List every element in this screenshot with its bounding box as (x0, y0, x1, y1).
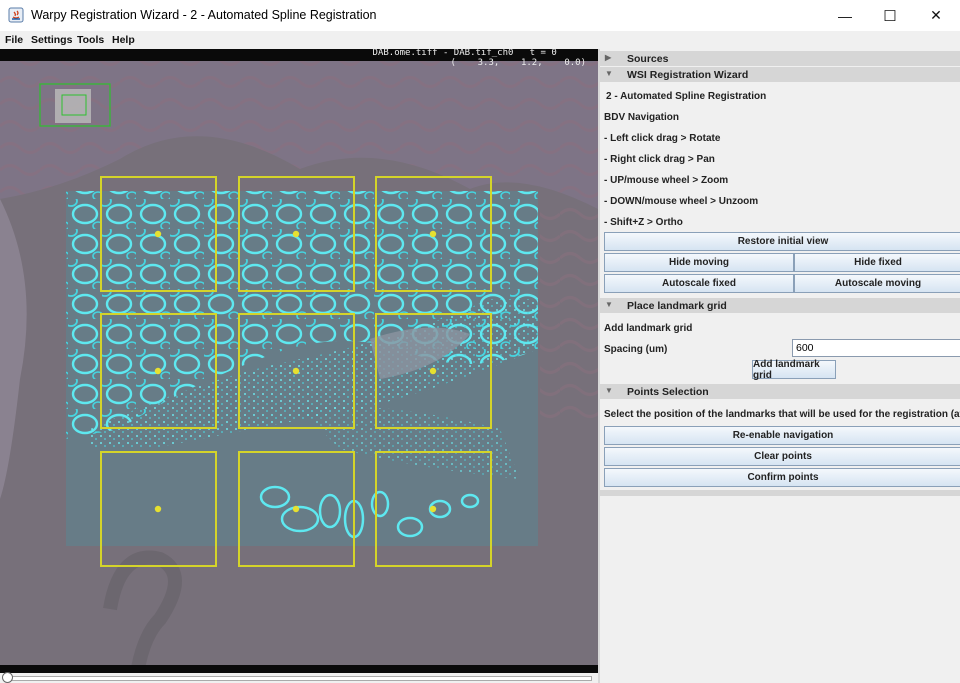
landmark-point (429, 505, 437, 513)
title-bar: Warpy Registration Wizard - 2 - Automate… (0, 0, 960, 31)
restore-view-button[interactable]: Restore initial view (604, 232, 960, 251)
landmark-point (429, 230, 437, 238)
step-title: 2 - Automated Spline Registration (606, 91, 767, 102)
points-section-header[interactable]: ▼ Points Selection (600, 384, 960, 399)
wizard-section-header[interactable]: ▼ WSI Registration Wizard (600, 67, 960, 82)
java-app-icon (8, 7, 24, 23)
spacing-input[interactable] (792, 339, 960, 357)
reenable-navigation-button[interactable]: Re-enable navigation (604, 426, 960, 445)
expanded-arrow-icon: ▼ (605, 69, 613, 78)
landmark-point (154, 230, 162, 238)
collapsed-arrow-icon: ▶ (605, 53, 612, 62)
wizard-header-label: WSI Registration Wizard (627, 69, 749, 81)
bdv-navigation-title: BDV Navigation (604, 112, 680, 123)
slider-track[interactable] (8, 676, 592, 681)
points-header-label: Points Selection (627, 386, 709, 398)
add-landmark-grid-button[interactable]: Add landmark grid (752, 359, 836, 381)
timeline-bar (0, 665, 598, 673)
slider-knob[interactable] (2, 672, 13, 683)
points-help-text: Select the position of the landmarks tha… (604, 409, 960, 420)
nav-help-ortho: - Shift+Z > Ortho (604, 217, 683, 228)
window-title: Warpy Registration Wizard - 2 - Automate… (31, 8, 377, 22)
menu-bar: File Settings Tools Help (0, 31, 960, 49)
grid-header-label: Place landmark grid (627, 300, 727, 312)
minimize-button[interactable]: — (822, 0, 868, 31)
add-grid-title: Add landmark grid (604, 323, 693, 334)
spacing-label: Spacing (um) (604, 344, 668, 355)
hide-fixed-button[interactable]: Hide fixed (794, 253, 960, 272)
confirm-points-button[interactable]: Confirm points (604, 468, 960, 487)
panel-bottom-separator (600, 490, 960, 496)
clear-points-button[interactable]: Clear points (604, 447, 960, 466)
coordinate-readout: ( 3.3, 1.2, 0.0) (450, 57, 586, 68)
nav-help-rotate: - Left click drag > Rotate (604, 133, 721, 144)
menu-settings[interactable]: Settings (31, 34, 72, 46)
landmark-point (154, 367, 162, 375)
landmark-point (292, 367, 300, 375)
bdv-viewer[interactable]: DAB.ome.tiff - DAB.tif_ch0 t = 0( 3.3, 1… (0, 49, 598, 665)
viewer-info-text: DAB.ome.tiff - DAB.tif_ch0 t = 0( 3.3, 1… (373, 49, 586, 68)
maximize-button[interactable]: ☐ (867, 0, 913, 31)
landmark-point (292, 230, 300, 238)
nav-help-zoom: - UP/mouse wheel > Zoom (604, 175, 729, 186)
close-button[interactable]: ✕ (913, 0, 959, 31)
side-panel: ▶ Sources ▼ WSI Registration Wizard 2 - … (600, 49, 960, 683)
autoscale-moving-button[interactable]: Autoscale moving (794, 274, 960, 293)
nav-help-unzoom: - DOWN/mouse wheel > Unzoom (604, 196, 759, 207)
landmark-grid-section-header[interactable]: ▼ Place landmark grid (600, 298, 960, 313)
expanded-arrow-icon: ▼ (605, 300, 613, 309)
menu-tools[interactable]: Tools (77, 34, 104, 46)
landmark-point (429, 367, 437, 375)
sources-header-label: Sources (627, 53, 669, 65)
time-slider[interactable] (0, 665, 598, 683)
landmark-point (292, 505, 300, 513)
landmark-point (154, 505, 162, 513)
image-canvas[interactable] (0, 49, 598, 665)
sources-section-header[interactable]: ▶ Sources (600, 51, 960, 66)
autoscale-fixed-button[interactable]: Autoscale fixed (604, 274, 794, 293)
hide-moving-button[interactable]: Hide moving (604, 253, 794, 272)
menu-file[interactable]: File (5, 34, 23, 46)
menu-help[interactable]: Help (112, 34, 135, 46)
nav-help-pan: - Right click drag > Pan (604, 154, 715, 165)
expanded-arrow-icon: ▼ (605, 386, 613, 395)
